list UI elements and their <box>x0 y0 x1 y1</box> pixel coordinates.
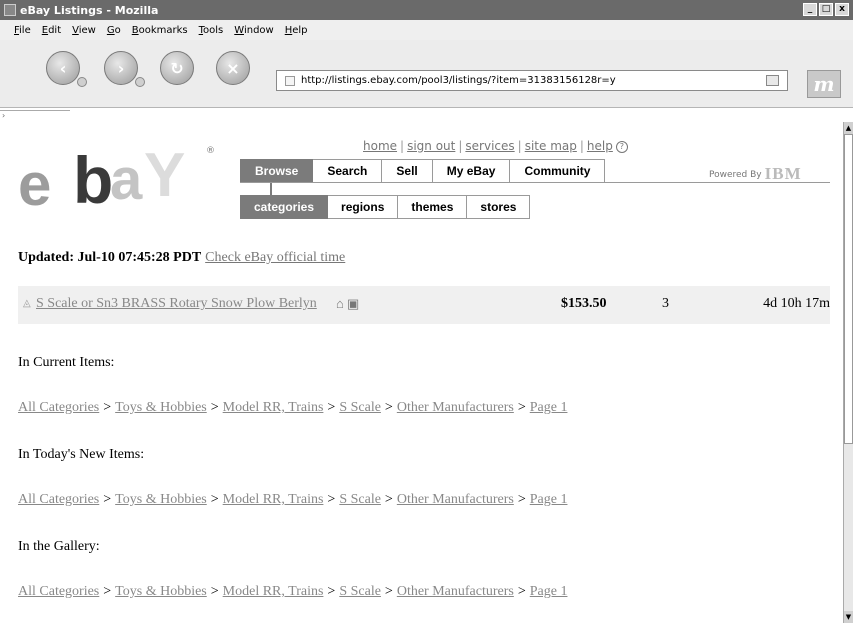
crumb-s-scale[interactable]: S Scale <box>339 584 381 599</box>
tab-my-ebay[interactable]: My eBay <box>432 159 511 183</box>
scroll-down-icon[interactable]: ▼ <box>844 611 853 623</box>
subtab-themes[interactable]: themes <box>398 195 468 219</box>
listing-time-left: 4d 10h 17m <box>763 296 830 311</box>
help-link[interactable]: help <box>587 139 613 153</box>
stop-button[interactable]: × <box>216 51 250 85</box>
subtab-connector <box>270 183 280 195</box>
tab-browse[interactable]: Browse <box>240 159 314 183</box>
crumb-other-manufacturers[interactable]: Other Manufacturers <box>397 400 514 415</box>
crumb-other-manufacturers[interactable]: Other Manufacturers <box>397 492 514 507</box>
crumb-model-rr-trains[interactable]: Model RR, Trains <box>223 400 324 415</box>
home-link[interactable]: home <box>363 139 397 153</box>
back-button[interactable]: ‹ <box>46 51 87 87</box>
help-icon[interactable]: ? <box>615 140 628 153</box>
navigation-toolbar: ‹ › ↻ × http://listings.ebay.com/pool3/l… <box>0 40 853 108</box>
url-dropdown-icon[interactable] <box>766 75 779 86</box>
page-content: e b a Y ® home | sign out | services | site ma… <box>0 122 842 623</box>
logo-letter-b: b <box>73 143 114 217</box>
url-text: http://listings.ebay.com/pool3/listings/… <box>301 75 616 86</box>
check-official-time-link[interactable]: Check eBay official time <box>205 250 345 265</box>
powered-by-label: Powered By <box>709 170 762 180</box>
back-dropdown-icon[interactable] <box>77 77 87 87</box>
back-arrow-icon: ‹ <box>59 58 67 78</box>
mozilla-app-icon <box>4 4 16 16</box>
crumb-page-1[interactable]: Page 1 <box>530 584 568 599</box>
menu-help[interactable]: Help <box>285 25 308 36</box>
forward-button[interactable]: › <box>104 51 145 87</box>
section-todays-new-items-label: In Today's New Items: <box>18 447 145 462</box>
forward-arrow-icon: › <box>117 58 125 78</box>
listing-price: $153.50 <box>561 296 607 311</box>
crumb-all-categories[interactable]: All Categories <box>18 584 99 599</box>
menu-go[interactable]: Go <box>107 25 121 36</box>
breadcrumb-current-items: All Categories > Toys & Hobbies > Model RR, … <box>18 400 568 415</box>
listing-row: ◬ S Scale or Sn3 BRASS Rotary Snow Plow … <box>18 286 830 324</box>
menu-file[interactable]: File <box>14 25 31 36</box>
updated-timestamp: Updated: Jul-10 07:45:28 PDT <box>18 250 202 265</box>
crumb-all-categories[interactable]: All Categories <box>18 400 99 415</box>
crumb-model-rr-trains[interactable]: Model RR, Trains <box>223 492 324 507</box>
menu-window[interactable]: Window <box>234 25 273 36</box>
subtab-categories[interactable]: categories <box>240 195 329 219</box>
sidebar-toggle[interactable]: › <box>0 110 70 122</box>
page-icon <box>285 75 295 86</box>
crumb-s-scale[interactable]: S Scale <box>339 492 381 507</box>
menu-bookmarks[interactable]: Bookmarks <box>132 25 188 36</box>
main-tabs: Browse Search Sell My eBay Community <box>240 159 606 183</box>
updated-line: Updated: Jul-10 07:45:28 PDT Check eBay o… <box>18 250 345 266</box>
ibm-logo: IBM <box>764 164 802 183</box>
crumb-toys-hobbies[interactable]: Toys & Hobbies <box>115 492 207 507</box>
scrollbar-thumb[interactable] <box>844 134 853 444</box>
mozilla-throbber-icon[interactable]: m <box>807 70 841 98</box>
scroll-up-icon[interactable]: ▲ <box>844 122 853 134</box>
close-button[interactable]: x <box>835 3 849 16</box>
crumb-all-categories[interactable]: All Categories <box>18 492 99 507</box>
crumb-toys-hobbies[interactable]: Toys & Hobbies <box>115 584 207 599</box>
section-current-items-label: In Current Items: <box>18 355 115 370</box>
reload-button[interactable]: ↻ <box>160 51 194 85</box>
powered-by-ibm: Powered By IBM <box>709 164 802 184</box>
menu-edit[interactable]: Edit <box>42 25 61 36</box>
crumb-page-1[interactable]: Page 1 <box>530 400 568 415</box>
minimize-button[interactable]: _ <box>803 3 817 16</box>
stop-icon: × <box>226 58 240 78</box>
camera-icon: ◬ <box>23 298 31 309</box>
crumb-other-manufacturers[interactable]: Other Manufacturers <box>397 584 514 599</box>
services-link[interactable]: services <box>465 139 514 153</box>
subtab-regions[interactable]: regions <box>328 195 399 219</box>
tab-community[interactable]: Community <box>510 159 606 183</box>
crumb-page-1[interactable]: Page 1 <box>530 492 568 507</box>
url-bar[interactable]: http://listings.ebay.com/pool3/listings/… <box>276 70 788 91</box>
sub-tabs: categories regions themes stores <box>240 195 531 219</box>
listing-title-link[interactable]: S Scale or Sn3 BRASS Rotary Snow Plow Be… <box>36 296 317 312</box>
header-links: home | sign out | services | site map | help? <box>363 139 628 153</box>
site-map-link[interactable]: site map <box>525 139 577 153</box>
maximize-button[interactable]: □ <box>819 3 833 16</box>
tab-search[interactable]: Search <box>313 159 383 183</box>
listing-bids: 3 <box>662 296 669 311</box>
breadcrumb-todays-new-items: All Categories > Toys & Hobbies > Model RR, … <box>18 492 568 507</box>
crumb-model-rr-trains[interactable]: Model RR, Trains <box>223 584 324 599</box>
logo-registered-mark: ® <box>206 146 215 156</box>
listing-icons: ⌂ ▣ <box>336 296 360 311</box>
sign-out-link[interactable]: sign out <box>407 139 455 153</box>
crumb-s-scale[interactable]: S Scale <box>339 400 381 415</box>
ebay-logo[interactable]: e b a Y ® <box>18 140 215 220</box>
subtab-stores[interactable]: stores <box>467 195 531 219</box>
logo-letter-e: e <box>18 151 51 218</box>
forward-dropdown-icon[interactable] <box>135 77 145 87</box>
section-gallery-label: In the Gallery: <box>18 539 100 554</box>
logo-letter-y: Y <box>144 141 186 210</box>
vertical-scrollbar[interactable]: ▲ ▼ <box>843 122 853 623</box>
menu-bar: File Edit View Go Bookmarks Tools Window… <box>0 20 853 40</box>
menu-view[interactable]: View <box>72 25 96 36</box>
window-title: eBay Listings - Mozilla <box>20 3 159 17</box>
logo-letter-a: a <box>110 147 143 212</box>
crumb-toys-hobbies[interactable]: Toys & Hobbies <box>115 400 207 415</box>
reload-icon: ↻ <box>170 58 184 78</box>
breadcrumb-gallery: All Categories > Toys & Hobbies > Model RR, … <box>18 584 568 599</box>
window-title-bar: eBay Listings - Mozilla _ □ x <box>0 0 853 20</box>
tab-sell[interactable]: Sell <box>382 159 433 183</box>
menu-tools[interactable]: Tools <box>199 25 224 36</box>
